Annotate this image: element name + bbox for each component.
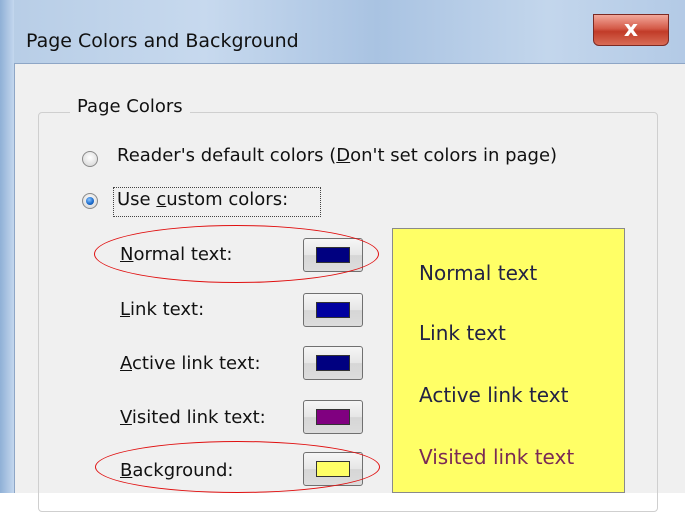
group-label: Page Colors	[70, 96, 190, 117]
preview-active-link-text: Active link text	[419, 383, 569, 407]
visited-link-text-color-button[interactable]	[303, 400, 363, 434]
close-button[interactable]: x	[593, 14, 669, 46]
active-link-text-label: Active link text:	[120, 353, 261, 374]
visited-link-text-swatch	[316, 409, 350, 425]
normal-text-label: Normal text:	[120, 244, 233, 265]
window-left-edge	[0, 0, 14, 493]
background-color-button[interactable]	[303, 452, 363, 486]
active-link-text-color-button[interactable]	[303, 346, 363, 380]
background-label: Background:	[120, 460, 234, 481]
preview-link-text: Link text	[419, 321, 506, 345]
link-text-swatch	[316, 302, 350, 318]
normal-text-color-button[interactable]	[303, 238, 363, 272]
custom-colors-label[interactable]: Use custom colors:	[117, 189, 288, 210]
background-swatch	[316, 461, 350, 477]
default-colors-label[interactable]: Reader's default colors (Don't set color…	[117, 145, 557, 166]
active-link-text-swatch	[316, 355, 350, 371]
radio-custom-colors[interactable]	[82, 193, 98, 209]
radio-default-colors[interactable]	[82, 151, 98, 167]
visited-link-text-label: Visited link text:	[120, 407, 266, 428]
link-text-label: Link text:	[120, 299, 205, 320]
link-text-color-button[interactable]	[303, 293, 363, 327]
normal-text-swatch	[316, 247, 350, 263]
color-preview-panel: Normal text Link text Active link text V…	[392, 228, 625, 493]
close-icon: x	[623, 17, 639, 42]
preview-visited-link-text: Visited link text	[419, 445, 575, 469]
preview-normal-text: Normal text	[419, 261, 538, 285]
window-title: Page Colors and Background	[26, 30, 299, 52]
